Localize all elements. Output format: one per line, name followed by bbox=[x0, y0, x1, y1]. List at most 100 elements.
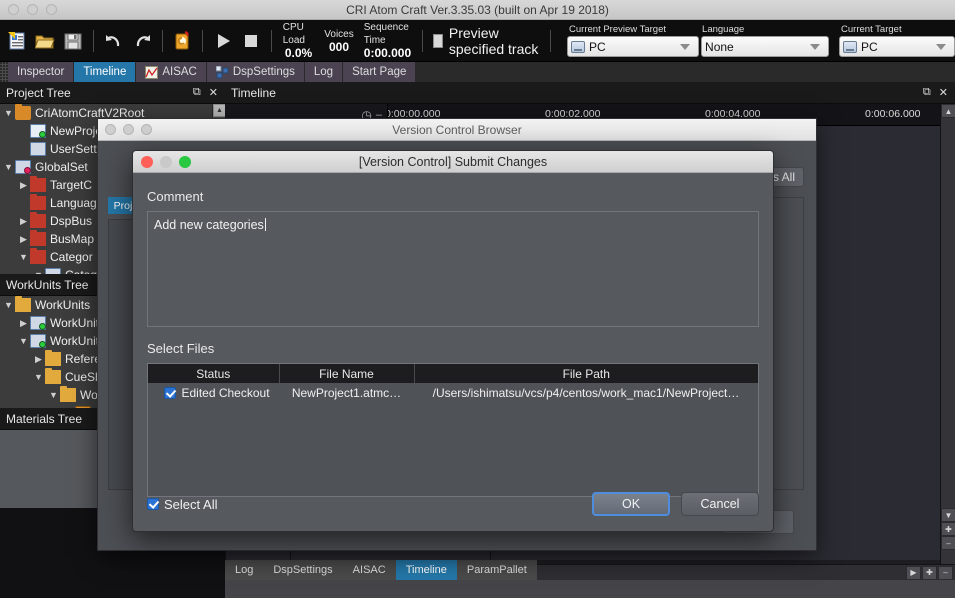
timeline-panel-header: Timeline ⧉ ✕ bbox=[225, 82, 955, 104]
twisty-down-icon[interactable]: ▼ bbox=[32, 270, 45, 274]
tab-timeline-label: Timeline bbox=[83, 66, 127, 78]
preview-specified-track-checkbox[interactable]: Preview specified track bbox=[432, 25, 544, 57]
tab-log-label: Log bbox=[313, 66, 334, 78]
twisty-down-icon[interactable]: ▼ bbox=[47, 390, 60, 400]
ok-button[interactable]: OK bbox=[592, 492, 670, 516]
twisty-down-icon[interactable]: ▼ bbox=[2, 300, 15, 310]
timeline-panel-title: Timeline bbox=[231, 85, 276, 100]
undo-icon[interactable] bbox=[104, 30, 124, 52]
chevron-down-icon-3 bbox=[936, 43, 947, 50]
twisty-right-icon[interactable]: ▶ bbox=[17, 180, 30, 191]
twisty-down-icon[interactable]: ▼ bbox=[17, 252, 30, 262]
workunit-icon bbox=[30, 334, 46, 348]
build-icon[interactable] bbox=[172, 30, 192, 52]
toolbar-drag-handle[interactable] bbox=[0, 62, 8, 82]
toolbar-divider-4 bbox=[271, 29, 272, 52]
main-toolbar: CPU Load 0.0% Voices 000 Sequence Time 0… bbox=[0, 20, 955, 62]
vcb-project-tab-label: Proj bbox=[113, 199, 133, 212]
dock-tab-dspsettings-label: DspSettings bbox=[273, 564, 333, 576]
window-titlebar: CRI Atom Craft Ver.3.35.03 (built on Apr… bbox=[0, 0, 955, 20]
twisty-down-icon[interactable]: ▼ bbox=[17, 336, 30, 346]
zoom-in-horizontal-icon[interactable]: ✚ bbox=[922, 565, 937, 580]
comment-value: Add new categories bbox=[154, 218, 264, 232]
current-target-group: Current Target PC bbox=[839, 24, 955, 57]
dock-tab-log[interactable]: Log bbox=[225, 560, 264, 580]
scroll-down-icon[interactable]: ▼ bbox=[941, 508, 955, 522]
tree-item-label: WorkUnits bbox=[35, 298, 91, 312]
tab-aisac[interactable]: AISAC bbox=[136, 62, 207, 82]
col-file-path[interactable]: File Path bbox=[414, 364, 758, 383]
table-row[interactable]: Edited Checkout NewProject1.atmc… /Users… bbox=[148, 383, 758, 403]
scroll-right-icon[interactable]: ▶ bbox=[906, 565, 921, 580]
aisac-graph-icon bbox=[145, 65, 159, 79]
dock-tab-aisac[interactable]: AISAC bbox=[342, 560, 396, 580]
twisty-right-icon[interactable]: ▶ bbox=[32, 354, 45, 365]
scroll-up-icon-2[interactable]: ▲ bbox=[941, 104, 955, 118]
col-file-name[interactable]: File Name bbox=[279, 364, 415, 383]
twisty-down-icon[interactable]: ▼ bbox=[2, 108, 15, 118]
select-all-checkbox-box[interactable] bbox=[147, 498, 159, 510]
vcb-title: Version Control Browser bbox=[392, 122, 522, 137]
zoom-out-horizontal-icon[interactable]: – bbox=[938, 565, 953, 580]
float-panel-icon-2[interactable]: ⧉ bbox=[923, 86, 931, 99]
row-status-cell[interactable]: Edited Checkout bbox=[148, 383, 279, 403]
open-project-icon[interactable] bbox=[35, 30, 55, 52]
save-project-icon[interactable] bbox=[63, 30, 83, 52]
close-panel-icon-2[interactable]: ✕ bbox=[939, 86, 948, 99]
tab-log[interactable]: Log bbox=[304, 62, 344, 82]
float-panel-icon[interactable]: ⧉ bbox=[193, 86, 201, 99]
new-project-icon[interactable] bbox=[7, 30, 27, 52]
project-tree-title: Project Tree bbox=[6, 85, 71, 100]
cancel-button[interactable]: Cancel bbox=[681, 492, 759, 516]
tab-dspsettings[interactable]: DspSettings bbox=[206, 62, 305, 82]
twisty-right-icon[interactable]: ▶ bbox=[17, 216, 30, 227]
folder-red-icon bbox=[30, 230, 46, 246]
tab-timeline[interactable]: Timeline bbox=[74, 62, 137, 82]
col-status[interactable]: Status bbox=[148, 364, 280, 383]
tab-start-page[interactable]: Start Page bbox=[343, 62, 417, 82]
category-icon bbox=[45, 268, 61, 274]
tree-item-label: NewProje bbox=[50, 124, 103, 138]
play-icon[interactable] bbox=[213, 30, 233, 52]
cpu-load-value: 0.0% bbox=[284, 46, 313, 60]
row-checkbox[interactable] bbox=[164, 387, 177, 399]
select-all-checkbox[interactable]: Select All bbox=[147, 497, 217, 512]
close-panel-icon[interactable]: ✕ bbox=[209, 86, 218, 99]
language-label: Language bbox=[702, 24, 745, 35]
zoom-in-vertical-icon[interactable]: ✚ bbox=[941, 522, 955, 536]
dock-tab-dspsettings[interactable]: DspSettings bbox=[263, 560, 343, 580]
pc-icon bbox=[571, 40, 586, 53]
voices-stat: Voices 000 bbox=[319, 28, 358, 54]
twisty-down-icon[interactable]: ▼ bbox=[2, 162, 15, 172]
app-window: CRI Atom Craft Ver.3.35.03 (built on Apr… bbox=[0, 0, 955, 598]
scroll-up-icon[interactable]: ▲ bbox=[213, 104, 225, 117]
dock-tab-aisac-label: AISAC bbox=[352, 564, 386, 576]
tab-inspector[interactable]: Inspector bbox=[8, 62, 75, 82]
preview-target-select[interactable]: PC bbox=[567, 36, 700, 57]
preview-checkbox-box[interactable] bbox=[432, 33, 443, 48]
stop-icon[interactable] bbox=[241, 30, 261, 52]
global-settings-icon bbox=[15, 160, 31, 174]
twisty-right-icon[interactable]: ▶ bbox=[17, 234, 30, 245]
zoom-out-vertical-icon[interactable]: – bbox=[941, 536, 955, 550]
redo-icon[interactable] bbox=[132, 30, 152, 52]
comment-textarea[interactable]: Add new categories bbox=[147, 211, 759, 327]
current-target-select[interactable]: PC bbox=[839, 36, 955, 57]
language-value: None bbox=[705, 39, 734, 54]
cpu-load-label: CPU Load bbox=[282, 22, 305, 46]
ruler-tick-label: 0:00:06.000 bbox=[865, 108, 921, 120]
twisty-down-icon[interactable]: ▼ bbox=[32, 372, 45, 382]
folder-yellow-icon bbox=[45, 350, 61, 366]
sequence-time-label: Sequence Time bbox=[363, 22, 409, 46]
toolbar-divider-6 bbox=[550, 29, 552, 52]
status-dot-red bbox=[24, 167, 31, 174]
twisty-right-icon[interactable]: ▶ bbox=[17, 318, 30, 329]
folder-red-icon bbox=[30, 212, 46, 228]
dock-tab-parampallet-label: ParamPallet bbox=[466, 564, 527, 576]
submit-changes-dialog[interactable]: [Version Control] Submit Changes Comment… bbox=[132, 150, 774, 532]
dock-tab-timeline[interactable]: Timeline bbox=[395, 560, 457, 580]
timeline-vertical-scrollbar[interactable]: ▲ ▼ ✚ – bbox=[940, 104, 955, 578]
language-select[interactable]: None bbox=[701, 36, 830, 57]
cuesheet-icon bbox=[75, 406, 91, 408]
dock-tab-parampallet[interactable]: ParamPallet bbox=[456, 560, 537, 580]
